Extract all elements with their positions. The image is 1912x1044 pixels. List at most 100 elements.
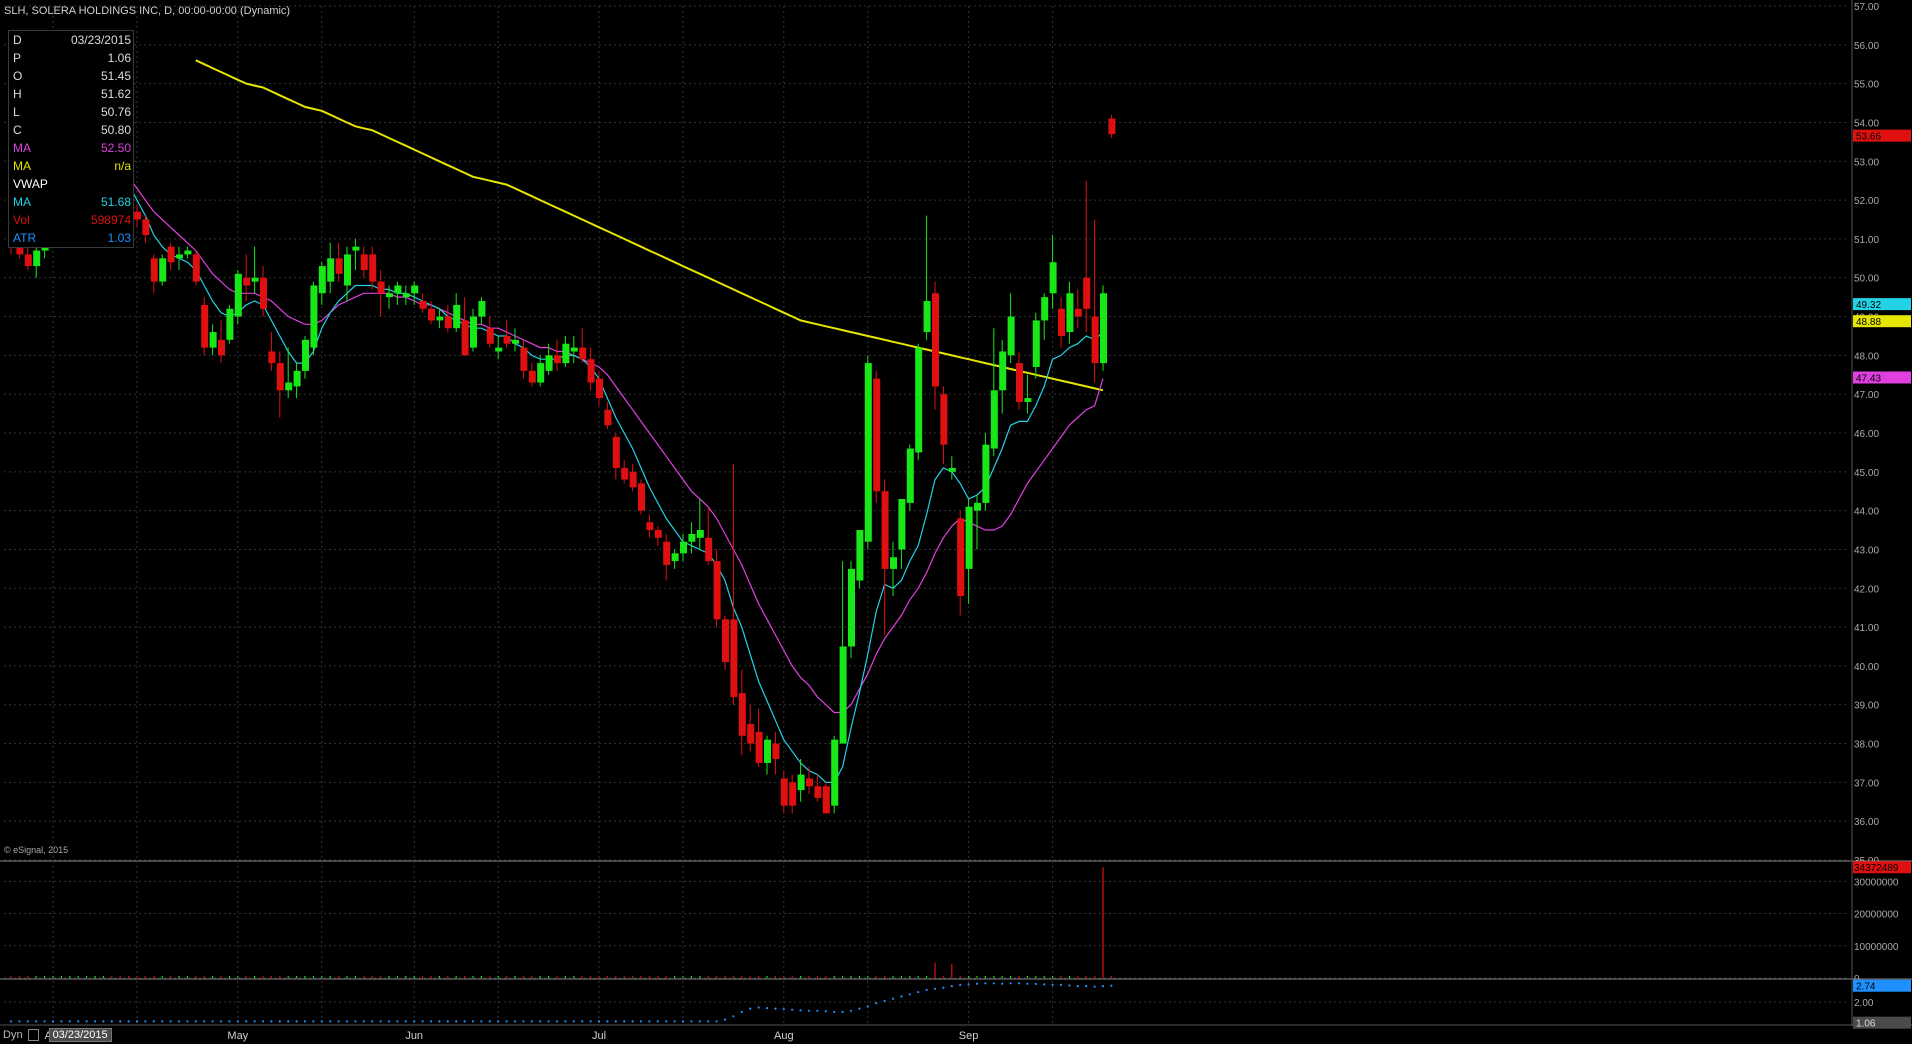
atr-point — [177, 1020, 181, 1023]
candle-body — [1041, 297, 1049, 321]
atr-point — [1076, 985, 1079, 988]
candle-body — [335, 258, 343, 274]
cursor-date-box[interactable]: 03/23/2015 — [48, 1027, 112, 1042]
candle-body — [772, 743, 780, 760]
candle-body — [806, 778, 813, 787]
atr-point — [387, 1020, 391, 1023]
candle-body — [234, 273, 242, 317]
candle-body — [218, 339, 225, 356]
candle-body — [654, 530, 662, 538]
y-tick-label: 55.00 — [1854, 80, 1879, 91]
atr-point — [60, 1020, 63, 1023]
data-window-value: 1.06 — [107, 51, 131, 65]
copyright-text: © eSignal, 2015 — [4, 845, 69, 855]
price-marker-label: 48.88 — [1856, 317, 1881, 328]
ma-slow-line — [195, 59, 1104, 392]
candle-body — [738, 693, 746, 736]
candle-body — [1108, 118, 1116, 135]
candle-body — [554, 355, 561, 364]
data-window-row: MA 52.50 — [9, 139, 133, 157]
atr-point — [236, 1020, 239, 1023]
atr-point — [564, 1020, 567, 1023]
dyn-label[interactable]: Dyn — [0, 1029, 26, 1041]
candle-body — [612, 436, 620, 468]
atr-point — [480, 1020, 483, 1023]
candle-body — [915, 347, 923, 453]
candle-body — [226, 308, 234, 340]
atr-point — [471, 1020, 475, 1023]
y-tick-label: 57.00 — [1854, 2, 1879, 13]
atr-point — [93, 1020, 97, 1023]
atr-point — [1026, 982, 1029, 985]
candle-body — [201, 304, 209, 348]
candle-body — [671, 553, 679, 562]
atr-point — [715, 1020, 718, 1023]
candle-body — [386, 293, 393, 298]
candle-body — [780, 778, 788, 806]
atr-point — [396, 1020, 399, 1023]
data-window-row: P 1.06 — [9, 49, 133, 67]
atr-point — [26, 1020, 29, 1023]
data-window-label: VWAP — [13, 177, 48, 191]
atr-point — [866, 1005, 869, 1008]
y-tick-label: 54.00 — [1854, 118, 1879, 129]
x-tick-label: Sep — [959, 1030, 979, 1042]
atr-point — [18, 1020, 21, 1023]
y-tick-label: 46.00 — [1854, 429, 1879, 440]
atr-point — [757, 1006, 760, 1009]
y-tick-label: 39.00 — [1854, 701, 1879, 712]
candle-body — [184, 250, 192, 255]
data-window-label: D — [13, 33, 22, 47]
y-tick-label: 37.00 — [1854, 778, 1879, 789]
atr-point — [312, 1020, 315, 1023]
candle-body — [1049, 262, 1057, 294]
candle-body — [923, 301, 931, 333]
data-window-value: n/a — [114, 159, 131, 173]
candle-body — [260, 277, 267, 309]
candle-body — [176, 254, 183, 259]
candle-body — [352, 246, 360, 251]
candle-body — [512, 339, 519, 344]
atr-point — [463, 1020, 466, 1023]
candle-body — [638, 483, 645, 511]
atr-point — [186, 1020, 189, 1023]
candle-body — [495, 347, 503, 352]
candle-body — [327, 258, 335, 282]
candle-body — [873, 378, 881, 492]
data-window-row: C 50.80 — [9, 121, 133, 139]
atr-point — [345, 1020, 349, 1023]
y-tick-label: 48.00 — [1854, 351, 1879, 362]
data-window-label: C — [13, 123, 22, 137]
candle-body — [470, 316, 477, 348]
x-tick-label: May — [227, 1030, 248, 1042]
data-window-label: O — [13, 69, 23, 83]
candle-body — [344, 254, 351, 286]
y-tick-label: 30000000 — [1854, 877, 1899, 888]
data-window: D 03/23/2015 P 1.06 O 51.45 H 51.62 L 50.76 C 50.80… — [8, 30, 134, 248]
data-window-row: L 50.76 — [9, 103, 133, 121]
atr-point — [253, 1020, 256, 1023]
lock-icon[interactable] — [27, 1028, 39, 1041]
atr-point — [883, 999, 886, 1003]
candle-body — [999, 351, 1007, 391]
atr-point — [43, 1020, 46, 1023]
candle-body — [478, 301, 486, 317]
atr-point — [429, 1020, 433, 1023]
candle-body — [822, 786, 830, 814]
y-tick-label: 47.00 — [1854, 390, 1879, 401]
atr-point — [261, 1020, 265, 1023]
atr-point — [656, 1020, 659, 1023]
atr-point — [119, 1020, 122, 1023]
candle-body — [965, 506, 973, 569]
atr-point — [68, 1020, 71, 1023]
candle-body — [764, 739, 771, 763]
atr-point — [597, 1020, 601, 1023]
atr-point — [9, 1020, 13, 1023]
candle-body — [705, 537, 713, 562]
y-tick-label: 20000000 — [1854, 910, 1899, 921]
atr-point — [799, 1009, 802, 1012]
candle-body — [545, 355, 553, 371]
atr-point — [303, 1020, 307, 1023]
atr-point — [816, 1009, 819, 1012]
atr-point — [270, 1020, 273, 1023]
